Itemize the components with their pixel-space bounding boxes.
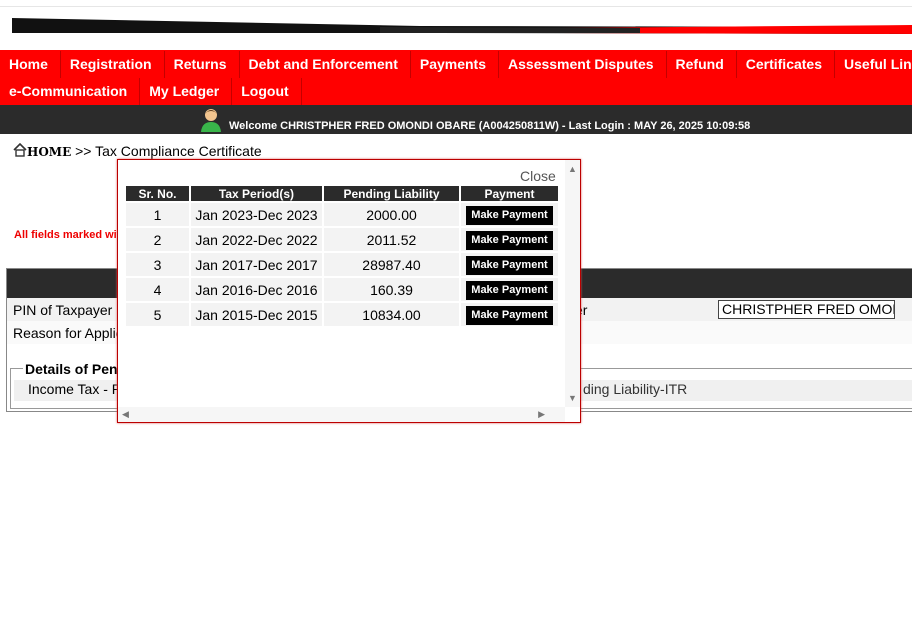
header-banner [0, 0, 912, 50]
scroll-left-icon[interactable]: ◀ [122, 410, 129, 419]
nav-useful-links[interactable]: Useful Links [835, 51, 912, 78]
scroll-right-icon[interactable]: ▶ [538, 410, 545, 419]
table-row: 4 Jan 2016-Dec 2016 160.39 Make Payment [126, 278, 558, 301]
required-fields-note: All fields marked with [14, 229, 117, 241]
make-payment-button[interactable]: Make Payment [466, 280, 553, 300]
table-header-row: Sr. No. Tax Period(s) Pending Liability … [126, 186, 558, 201]
cell-period: Jan 2015-Dec 2015 [191, 303, 322, 326]
cell-liability: 2000.00 [324, 203, 459, 226]
vertical-scrollbar[interactable]: ▲ ▼ [565, 160, 580, 407]
breadcrumb: HOME >> Tax Compliance Certificate [13, 142, 262, 159]
breadcrumb-home-link[interactable]: HOME [27, 145, 71, 159]
breadcrumb-current: Tax Compliance Certificate [95, 143, 262, 159]
pending-details-legend: Details of Pend [23, 361, 129, 377]
cell-period: Jan 2022-Dec 2022 [191, 228, 322, 251]
make-payment-button[interactable]: Make Payment [466, 305, 553, 325]
nav-certificates[interactable]: Certificates [737, 51, 836, 78]
nav-e-communication[interactable]: e-Communication [0, 78, 141, 105]
nav-row-primary: Home Registration Returns Debt and Enfor… [0, 51, 912, 78]
reason-label: Reason for Applic [13, 325, 123, 341]
nav-assessment-disputes[interactable]: Assessment Disputes [499, 51, 667, 78]
pin-label: PIN of Taxpayer [13, 302, 113, 318]
pending-liability-popup: Close Sr. No. Tax Period(s) Pending Liab… [117, 159, 581, 423]
table-row: 5 Jan 2015-Dec 2015 10834.00 Make Paymen… [126, 303, 558, 326]
cell-sr: 3 [126, 253, 189, 276]
scroll-down-icon[interactable]: ▼ [568, 394, 577, 403]
make-payment-button[interactable]: Make Payment [466, 205, 553, 225]
nav-payments[interactable]: Payments [411, 51, 500, 78]
nav-registration[interactable]: Registration [61, 51, 165, 78]
col-payment: Payment [461, 186, 558, 201]
table-row: 1 Jan 2023-Dec 2023 2000.00 Make Payment [126, 203, 558, 226]
main-nav: Home Registration Returns Debt and Enfor… [0, 50, 912, 105]
taxpayer-name-field[interactable]: CHRISTPHER FRED OMONDI OBARE [718, 300, 895, 319]
cell-liability: 28987.40 [324, 253, 459, 276]
pending-liability-table: Sr. No. Tax Period(s) Pending Liability … [124, 184, 560, 328]
nav-refund[interactable]: Refund [667, 51, 737, 78]
cell-liability: 160.39 [324, 278, 459, 301]
banner-swoosh [12, 18, 912, 34]
welcome-text: Welcome CHRISTPHER FRED OMONDI OBARE (A0… [229, 120, 751, 132]
table-row: 3 Jan 2017-Dec 2017 28987.40 Make Paymen… [126, 253, 558, 276]
nav-home[interactable]: Home [0, 51, 61, 78]
nav-logout[interactable]: Logout [232, 78, 302, 105]
welcome-bar: Welcome CHRISTPHER FRED OMONDI OBARE (A0… [0, 105, 912, 134]
cell-period: Jan 2017-Dec 2017 [191, 253, 322, 276]
col-sr-no: Sr. No. [126, 186, 189, 201]
user-avatar-icon [201, 109, 221, 132]
tab-income-tax[interactable]: Income Tax - Re [28, 381, 130, 397]
scroll-up-icon[interactable]: ▲ [568, 165, 577, 174]
make-payment-button[interactable]: Make Payment [466, 255, 553, 275]
table-row: 2 Jan 2022-Dec 2022 2011.52 Make Payment [126, 228, 558, 251]
cell-sr: 2 [126, 228, 189, 251]
make-payment-button[interactable]: Make Payment [466, 230, 553, 250]
nav-debt-enforcement[interactable]: Debt and Enforcement [240, 51, 411, 78]
cell-period: Jan 2016-Dec 2016 [191, 278, 322, 301]
breadcrumb-separator: >> [75, 143, 92, 159]
col-pending-liability: Pending Liability [324, 186, 459, 201]
horizontal-scrollbar[interactable]: ◀ ▶ [118, 407, 565, 422]
cell-liability: 2011.52 [324, 228, 459, 251]
cell-sr: 5 [126, 303, 189, 326]
col-tax-period: Tax Period(s) [191, 186, 322, 201]
cell-sr: 4 [126, 278, 189, 301]
nav-returns[interactable]: Returns [165, 51, 240, 78]
nav-row-secondary: e-Communication My Ledger Logout [0, 78, 302, 105]
nav-my-ledger[interactable]: My Ledger [140, 78, 233, 105]
close-button[interactable]: Close [520, 168, 556, 184]
home-icon[interactable] [13, 142, 27, 157]
cell-sr: 1 [126, 203, 189, 226]
cell-liability: 10834.00 [324, 303, 459, 326]
tab-pending-liability-itr[interactable]: ding Liability-ITR [583, 381, 687, 397]
cell-period: Jan 2023-Dec 2023 [191, 203, 322, 226]
